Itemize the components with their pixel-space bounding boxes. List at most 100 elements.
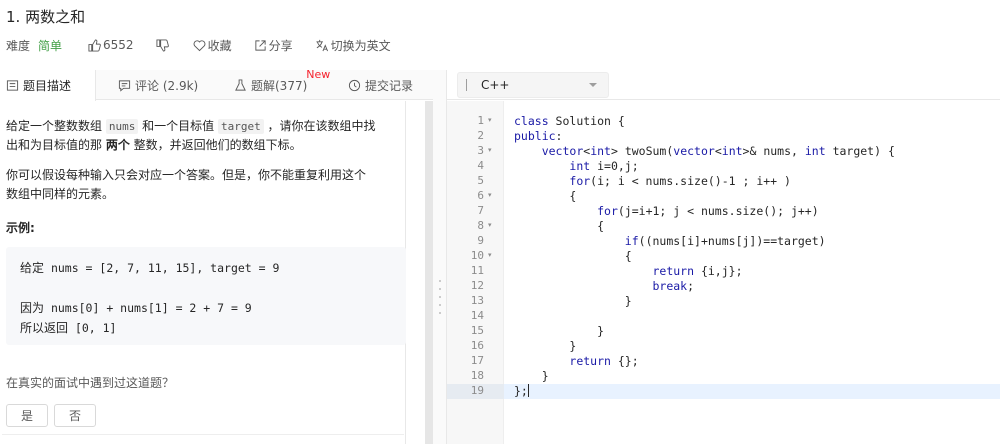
line-number: 7 [477,204,484,217]
code-line[interactable]: public: [514,129,562,144]
line-number: 10 [470,249,484,262]
code-line[interactable]: for(i; i < nums.size()-1 ; i++ ) [514,174,791,189]
problem-tabs: 题目描述 评论 (2.9k) 题解(377) New 提交记录 [0,68,433,101]
fold-arrow-icon[interactable]: ▾ [488,146,492,154]
line-number: 4 [477,159,484,172]
tab-description-label: 题目描述 [23,79,72,93]
pane-splitter[interactable] [433,70,447,444]
line-number: 14 [470,309,484,322]
like-count: 6552 [103,38,134,52]
thumbs-down-icon [156,38,169,52]
code-line[interactable]: if((nums[i]+nums[j])==target) [514,234,826,249]
example-line: 给定 nums = [2, 7, 11, 15], target = 9 [20,259,279,276]
book-icon [6,80,19,91]
description-text: ，请你在该数组中找 [263,119,376,133]
code-line[interactable]: class Solution { [514,114,625,129]
switch-language-label: 切换为英文 [330,38,391,53]
description-text: 你可以假设每种输入只会对应一个答案。但是，你不能重复利用这个 [6,168,367,182]
line-number: 2 [477,129,484,142]
no-button[interactable]: 否 [54,404,96,427]
code-line[interactable]: } [514,369,549,384]
example-line: 因为 nums[0] + nums[1] = 2 + 7 = 9 [20,299,252,316]
grip-dot [439,304,441,306]
target-code: target [217,119,264,134]
favorite-label: 收藏 [207,38,232,53]
code-line[interactable]: return {}; [514,354,638,369]
problem-meta-bar: 难度 简单 6552 收藏 分享 切换为英文 [6,37,413,53]
share-icon [254,39,266,51]
line-number: 17 [470,354,484,367]
share-label: 分享 [268,38,293,53]
new-badge: New [306,68,331,81]
fold-arrow-icon[interactable]: ▾ [488,116,492,124]
example-cn: 因为 [20,301,45,315]
line-number: 13 [470,294,484,307]
grip-dot [439,312,441,314]
example-code: nums[0] + nums[1] = 2 + 7 = 9 [44,301,252,315]
line-number: 1 [477,114,484,127]
yes-button[interactable]: 是 [6,404,48,427]
tab-submissions-label: 提交记录 [365,78,414,93]
code-line[interactable]: { [514,249,632,264]
description-text: 整数，并返回他们的数组下标。 [129,138,302,152]
line-number: 8 [477,219,484,232]
active-line-highlight [504,384,1000,399]
code-line[interactable]: for(j=i+1; j < nums.size(); j++) [514,204,819,219]
editor-toolbar: C++ [447,70,1000,100]
difficulty-label: 难度 [6,38,31,53]
code-line[interactable]: } [514,294,632,309]
fold-arrow-icon[interactable]: ▾ [488,251,492,259]
cursor-bar-icon [466,79,467,91]
favorite-button[interactable]: 收藏 [193,37,232,54]
code-line[interactable]: { [514,219,604,234]
example-title: 示例: [6,221,35,235]
tab-comments-label: 评论 (2.9k) [135,78,199,93]
share-button[interactable]: 分享 [254,37,293,54]
code-line[interactable]: int i=0,j; [514,159,638,174]
tab-submissions[interactable]: 提交记录 [348,70,413,100]
emphasis-text: 两个 [105,138,130,152]
line-number: 9 [477,234,484,247]
code-line[interactable]: vector<int> twoSum(vector<int>& nums, in… [514,144,895,159]
example-code: nums = [2, 7, 11, 15], target = 9 [44,261,280,275]
line-number: 5 [477,174,484,187]
line-number: 19 [470,384,484,397]
like-button[interactable]: 6552 [88,38,134,52]
code-line[interactable]: { [514,189,576,204]
tab-solutions[interactable]: 题解(377) New [234,68,330,100]
code-line[interactable]: return {i,j}; [514,264,742,279]
clock-icon [348,79,361,91]
code-line[interactable]: break; [514,279,694,294]
grip-dot [439,296,441,298]
line-number: 15 [470,324,484,337]
difficulty-badge: 简单 [38,38,63,53]
chevron-down-icon [589,83,597,87]
code-line[interactable]: } [514,324,604,339]
line-number: 16 [470,339,484,352]
description-paragraph-2: 你可以假设每种输入只会对应一个答案。但是，你不能重复利用这个 数组中同样的元素。 [6,166,404,204]
line-number: 3 [477,144,484,157]
description-text: 和一个目标值 [138,119,218,133]
language-value: C++ [481,78,510,92]
description-text: 给定一个整数数组 [6,119,106,133]
fold-arrow-icon[interactable]: ▾ [488,191,492,199]
tab-comments[interactable]: 评论 (2.9k) [118,70,198,100]
code-line[interactable]: }; [514,384,529,399]
tab-description[interactable]: 题目描述 [0,70,96,101]
example-cn: 给定 [20,261,45,275]
nums-code: nums [105,119,139,134]
line-number: 18 [470,369,484,382]
heart-icon [193,39,205,51]
description-scrollbar[interactable] [425,101,433,444]
fold-arrow-icon[interactable]: ▾ [488,221,492,229]
problem-title: 1. 两数之和 [6,8,86,26]
example-box: 给定 nums = [2, 7, 11, 15], target = 9 因为 … [6,247,406,345]
translate-icon [316,39,328,51]
dislike-button[interactable] [156,38,171,52]
language-select[interactable]: C++ [457,72,609,98]
divider [2,434,404,435]
line-number: 6 [477,189,484,202]
code-line[interactable]: } [514,339,576,354]
switch-language-button[interactable]: 切换为英文 [315,37,391,54]
description-text: 出和为目标值的那 [6,138,106,152]
